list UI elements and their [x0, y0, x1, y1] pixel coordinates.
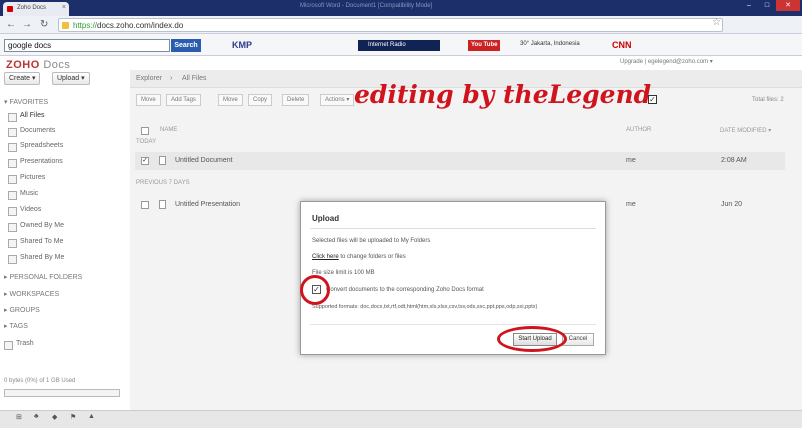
breadcrumb-explorer[interactable]: Explorer	[136, 75, 162, 82]
file-author: me	[626, 157, 636, 164]
file-modified: 2:08 AM	[721, 157, 747, 164]
storage-usage-bar	[4, 389, 120, 397]
tab-close-icon[interactable]: ×	[62, 4, 66, 11]
change-folder-suffix: to change folders or files	[338, 254, 406, 260]
view-checkbox[interactable]: ✓	[648, 95, 657, 104]
taskbar-icon-4[interactable]: ⚑	[70, 413, 76, 421]
supported-formats-text: Supported formats: doc,docx,txt,rtf,odt,…	[312, 304, 538, 310]
user-links[interactable]: Upgrade | egelegend@zoho.com ▾	[620, 58, 713, 65]
select-all-checkbox[interactable]	[141, 127, 149, 135]
url-text: docs.zoho.com/index.do	[97, 21, 184, 30]
url-scheme: https://	[73, 21, 98, 30]
sidebar-item-presentations[interactable]: Presentations	[8, 158, 63, 168]
lock-icon	[62, 22, 69, 29]
start-upload-highlight-ring	[497, 326, 567, 352]
sidebar-item-videos[interactable]: Videos	[8, 206, 41, 216]
toolbar-move-button-2[interactable]: Move	[218, 94, 243, 106]
column-header-author[interactable]: AUTHOR	[626, 127, 651, 133]
maximize-button[interactable]: □	[758, 0, 776, 11]
breadcrumb-separator: ›	[170, 75, 173, 82]
sidebar-item-spreadsheets[interactable]: Spreadsheets	[8, 142, 63, 152]
toolbar-move-button[interactable]: Move	[136, 94, 161, 106]
dialog-size-limit: File size limit is 100 MB	[312, 270, 375, 276]
convert-documents-label: Convert documents to the corresponding Z…	[326, 287, 484, 293]
sidebar-item-documents[interactable]: Documents	[8, 127, 55, 137]
bookmark-youtube[interactable]: You Tube	[468, 40, 501, 51]
toolbar-add-tags-button[interactable]: Add Tags	[166, 94, 201, 106]
dialog-title: Upload	[312, 214, 340, 223]
sidebar-item-shared-to-me[interactable]: Shared To Me	[8, 238, 63, 248]
storage-usage-text: 0 bytes (0%) of 1 GB Used	[4, 378, 76, 384]
toolbar-delete-button[interactable]: Delete	[282, 94, 310, 106]
dialog-destination-text: Selected files will be uploaded to My Fo…	[312, 238, 431, 244]
toolbar-copy-button[interactable]: Copy	[248, 94, 273, 106]
file-name[interactable]: Untitled Presentation	[175, 201, 240, 208]
back-button[interactable]: ←	[6, 19, 16, 31]
change-folder-link[interactable]: Click here	[312, 254, 339, 260]
forward-button[interactable]: →	[22, 19, 32, 31]
bookmark-star-icon[interactable]: ☆	[712, 17, 721, 28]
toolbar-search-button[interactable]: Search	[171, 39, 201, 52]
file-count: Total files: 2	[752, 97, 784, 103]
toolbar-actions-button[interactable]: Actions ▾	[320, 94, 355, 106]
sidebar-item-owned-by-me[interactable]: Owned By Me	[8, 222, 64, 232]
bookmark-internet-radio[interactable]: Internet Radio	[358, 40, 440, 51]
taskbar-icon-2[interactable]: ♣	[34, 413, 39, 420]
favorites-header[interactable]: ▾ FAVORITES	[4, 98, 48, 106]
column-header-name[interactable]: NAME	[160, 127, 177, 133]
minimize-button[interactable]: –	[740, 0, 758, 11]
browser-tab[interactable]: Zoho Docs ×	[3, 2, 69, 16]
zoho-favicon-icon	[7, 6, 13, 12]
tags-header[interactable]: ▸ TAGS	[4, 322, 28, 330]
personal-folders-header[interactable]: ▸ PERSONAL FOLDERS	[4, 273, 82, 281]
sidebar-item-shared-by-me[interactable]: Shared By Me	[8, 254, 64, 264]
dialog-change-folder: Click here to change folders or files	[312, 254, 406, 260]
reload-button[interactable]: ↻	[40, 19, 48, 31]
taskbar-icon-5[interactable]: ▲	[88, 413, 95, 420]
groups-header[interactable]: ▸ GROUPS	[4, 306, 40, 314]
bookmark-cnn[interactable]: CNN	[612, 40, 632, 51]
watermark-text: editing by theLegend	[354, 80, 652, 109]
file-name[interactable]: Untitled Document	[175, 157, 233, 164]
column-header-date-modified[interactable]: DATE MODIFIED ▾	[720, 127, 771, 134]
bookmark-kmp[interactable]: KMP	[232, 40, 252, 51]
group-label-previous-7-days: PREVIOUS 7 DAYS	[136, 180, 190, 186]
bookmarks-toolbar: Search KMP Internet Radio You Tube 30° J…	[0, 34, 802, 56]
taskbar-icon-1[interactable]: ⊞	[16, 413, 22, 421]
tab-title: Zoho Docs	[17, 5, 47, 11]
weather-widget[interactable]: 30° Jakarta, Indonesia	[520, 41, 580, 47]
dialog-footer-divider	[310, 324, 596, 325]
create-button[interactable]: Create ▾	[4, 72, 41, 85]
file-author: me	[626, 201, 636, 208]
window-title: Microsoft Word - Document1 [Compatibilit…	[300, 3, 433, 9]
sidebar-item-pictures[interactable]: Pictures	[8, 174, 45, 184]
document-icon	[159, 156, 166, 165]
browser-tab-bar: Zoho Docs × Microsoft Word - Document1 […	[0, 0, 802, 16]
presentation-icon	[159, 200, 166, 209]
address-bar[interactable]: https://docs.zoho.com/index.do	[58, 18, 723, 32]
row-checkbox[interactable]	[141, 201, 149, 209]
bottom-taskbar	[0, 410, 802, 428]
sidebar-item-trash[interactable]: Trash	[4, 340, 34, 350]
breadcrumb-current: All Files	[182, 75, 207, 82]
browser-nav-bar: ← → ↻ https://docs.zoho.com/index.do	[0, 16, 802, 34]
workspaces-header[interactable]: ▸ WORKSPACES	[4, 290, 59, 298]
close-window-button[interactable]: ✕	[776, 0, 800, 11]
file-modified: Jun 20	[721, 201, 743, 208]
row-checkbox[interactable]: ✓	[141, 157, 149, 165]
checkbox-highlight-ring	[300, 275, 330, 305]
dialog-divider	[310, 228, 596, 229]
toolbar-search-input[interactable]	[4, 39, 170, 52]
sidebar-item-all-files[interactable]: All Files	[8, 112, 45, 122]
group-label-today: TODAY	[136, 139, 157, 145]
table-row[interactable]: ✓ Untitled Document me 2:08 AM	[135, 152, 785, 170]
sidebar-item-music[interactable]: Music	[8, 190, 38, 200]
upload-button[interactable]: Upload ▾	[52, 72, 90, 85]
taskbar-icon-3[interactable]: ◆	[52, 413, 57, 421]
